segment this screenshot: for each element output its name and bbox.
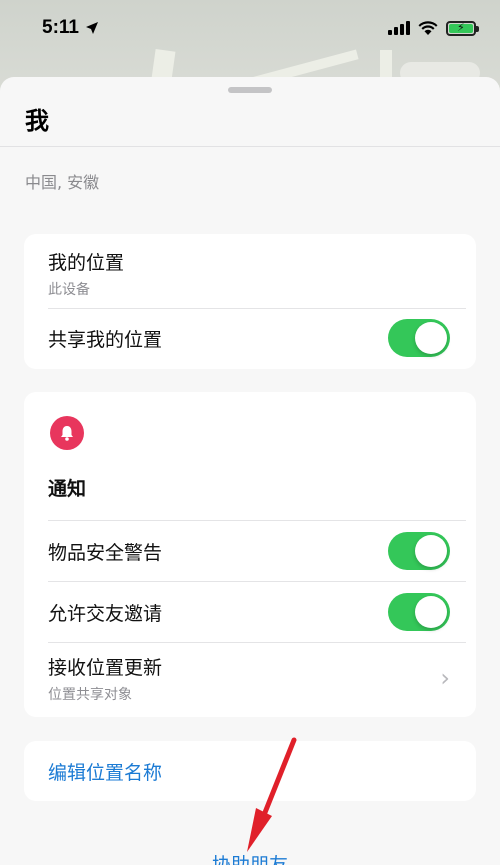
annotation-arrow-head: [247, 808, 272, 852]
annotation-arrow-shaft: [259, 737, 297, 823]
annotation-arrow: [247, 737, 297, 852]
